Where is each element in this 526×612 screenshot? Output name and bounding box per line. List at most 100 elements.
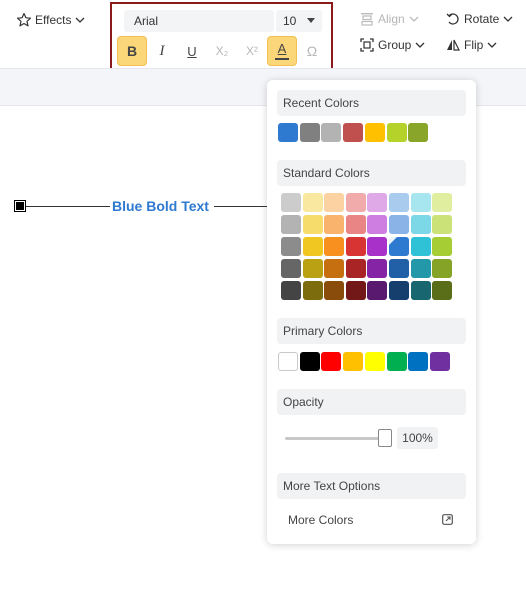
primary-color-swatch[interactable] [278, 352, 298, 371]
standard-color-swatch[interactable] [324, 193, 345, 212]
effects-label: Effects [35, 13, 72, 27]
standard-color-swatch[interactable] [281, 281, 301, 300]
subscript-button[interactable]: X₂ [207, 36, 237, 66]
caret-down-icon [307, 18, 315, 23]
font-size-value: 10 [283, 14, 297, 28]
standard-colors-header: Standard Colors [277, 160, 466, 186]
recent-color-swatch[interactable] [364, 123, 385, 142]
standard-color-swatch[interactable] [432, 281, 453, 300]
standard-color-swatch[interactable] [324, 237, 345, 256]
open-dialog-icon[interactable] [442, 514, 453, 525]
rotate-icon [446, 13, 459, 25]
standard-color-swatch[interactable] [367, 281, 388, 300]
font-color-button[interactable]: A [267, 36, 297, 66]
standard-color-swatch[interactable] [389, 281, 409, 300]
primary-color-swatch[interactable] [386, 352, 407, 371]
bold-icon: B [126, 43, 138, 59]
primary-color-swatch[interactable] [321, 352, 342, 371]
connector-endpoint-handle[interactable] [14, 200, 26, 212]
bold-button[interactable]: B [117, 36, 147, 66]
standard-color-swatch[interactable] [345, 281, 366, 300]
chevron-down-icon [76, 17, 85, 23]
standard-color-swatch[interactable] [281, 259, 301, 278]
font-color-panel: Recent Colors Standard Colors Primary Co… [267, 80, 476, 544]
recent-color-swatch[interactable] [386, 123, 407, 142]
standard-color-swatch[interactable] [345, 259, 366, 278]
connector-line-left[interactable] [20, 206, 110, 207]
standard-color-swatch[interactable] [302, 281, 323, 300]
standard-color-swatch-selected[interactable] [389, 237, 409, 256]
standard-color-swatch[interactable] [302, 259, 323, 278]
font-family-select[interactable]: Arial [124, 10, 274, 32]
recent-color-swatch[interactable] [408, 123, 429, 142]
align-button[interactable]: Align [360, 12, 419, 26]
flip-button[interactable]: Flip [446, 38, 497, 52]
effects-button[interactable]: Effects [16, 12, 85, 28]
standard-color-swatch[interactable] [324, 259, 345, 278]
standard-color-swatch[interactable] [367, 237, 388, 256]
recent-color-swatch[interactable] [299, 123, 320, 142]
chevron-down-icon [409, 16, 419, 22]
more-colors-button[interactable]: More Colors [288, 513, 353, 527]
standard-color-swatch[interactable] [367, 193, 388, 212]
rotate-button[interactable]: Rotate [446, 12, 513, 26]
chevron-down-icon [503, 16, 513, 22]
standard-color-swatch[interactable] [389, 259, 409, 278]
italic-button[interactable]: I [147, 36, 177, 66]
standard-color-swatch[interactable] [389, 193, 409, 212]
font-size-select[interactable]: 10 [276, 10, 322, 32]
standard-color-swatch[interactable] [432, 215, 453, 234]
opacity-slider-track[interactable] [285, 437, 389, 440]
color-bar [275, 58, 289, 60]
standard-color-swatch[interactable] [324, 281, 345, 300]
standard-color-swatch[interactable] [302, 215, 323, 234]
star-icon [16, 12, 32, 27]
connector-label-text[interactable]: Blue Bold Text [112, 198, 209, 214]
superscript-button[interactable]: X² [237, 36, 267, 66]
more-text-options-button[interactable]: More Text Options [277, 473, 466, 499]
standard-color-swatch[interactable] [281, 237, 301, 256]
standard-color-swatch[interactable] [367, 259, 388, 278]
group-button[interactable]: Group [360, 38, 425, 52]
standard-color-swatch[interactable] [432, 193, 453, 212]
standard-color-swatch[interactable] [410, 281, 431, 300]
italic-icon: I [159, 42, 165, 59]
recent-color-swatch[interactable] [321, 123, 342, 142]
primary-color-swatch[interactable] [343, 352, 364, 371]
rotate-label: Rotate [464, 12, 500, 26]
flip-icon [447, 39, 460, 51]
connector-line-right[interactable] [214, 206, 270, 207]
toolbar: Effects Arial 10 B I U X₂ X² A Ω Align R… [0, 0, 526, 74]
standard-color-swatch[interactable] [410, 259, 431, 278]
standard-color-swatch[interactable] [410, 215, 431, 234]
opacity-slider-thumb[interactable] [378, 429, 392, 447]
primary-color-swatch[interactable] [429, 352, 450, 371]
standard-color-swatch[interactable] [281, 193, 301, 212]
superscript-icon: X² [246, 44, 258, 58]
primary-color-swatch[interactable] [364, 352, 385, 371]
opacity-value[interactable]: 100% [397, 427, 438, 449]
standard-color-swatch[interactable] [302, 193, 323, 212]
standard-color-swatch[interactable] [345, 193, 366, 212]
standard-color-swatch[interactable] [432, 259, 453, 278]
group-icon [360, 38, 374, 52]
standard-color-swatch[interactable] [324, 215, 345, 234]
underline-button[interactable]: U [177, 36, 207, 66]
standard-color-swatch[interactable] [410, 237, 431, 256]
standard-color-swatch[interactable] [345, 237, 366, 256]
selected-corner-icon [389, 237, 397, 245]
special-char-button[interactable]: Ω [297, 36, 327, 66]
standard-color-swatch[interactable] [281, 215, 301, 234]
standard-color-swatch[interactable] [410, 193, 431, 212]
standard-color-swatch[interactable] [389, 215, 409, 234]
standard-color-swatch[interactable] [432, 237, 453, 256]
standard-color-swatch[interactable] [302, 237, 323, 256]
primary-colors-header: Primary Colors [277, 318, 466, 344]
primary-color-swatch[interactable] [299, 352, 320, 371]
recent-color-swatch[interactable] [278, 123, 298, 142]
standard-color-swatch[interactable] [345, 215, 366, 234]
font-color-icon: A [277, 41, 287, 56]
recent-color-swatch[interactable] [343, 123, 364, 142]
primary-color-swatch[interactable] [408, 352, 429, 371]
standard-color-swatch[interactable] [367, 215, 388, 234]
